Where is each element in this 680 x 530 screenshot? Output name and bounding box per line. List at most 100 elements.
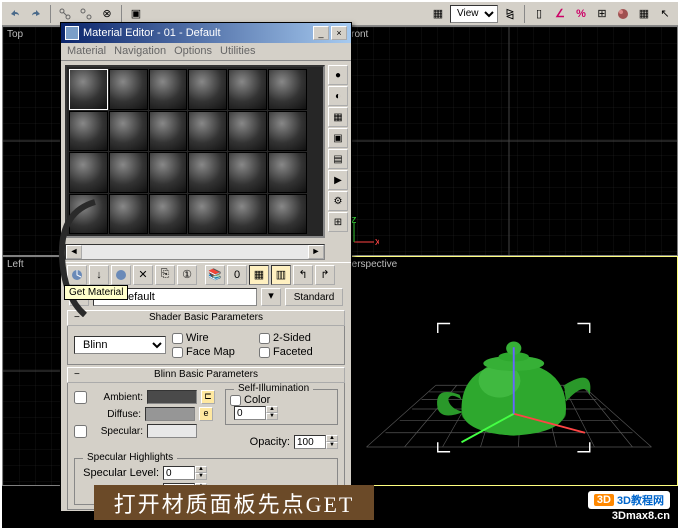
spec-level-spinner[interactable]: ▲▼ bbox=[163, 466, 207, 480]
close-button[interactable]: × bbox=[331, 26, 347, 40]
select-by-mat-icon[interactable]: ⊞ bbox=[328, 212, 348, 232]
sample-slot[interactable] bbox=[228, 152, 267, 193]
sample-slot[interactable] bbox=[268, 152, 307, 193]
view-dropdown[interactable]: View bbox=[450, 5, 498, 23]
rollout-header[interactable]: Blinn Basic Parameters bbox=[67, 367, 345, 383]
diffuse-map-icon[interactable]: e bbox=[199, 407, 213, 421]
reset-icon[interactable]: ✕ bbox=[133, 265, 153, 285]
menu-material[interactable]: Material bbox=[67, 45, 106, 58]
rollout-header[interactable]: Shader Basic Parameters bbox=[67, 310, 345, 326]
make-copy-icon[interactable]: ⎘ bbox=[155, 265, 175, 285]
sample-slot[interactable] bbox=[228, 69, 267, 110]
options-icon[interactable]: ⚙ bbox=[328, 191, 348, 211]
get-material-button[interactable] bbox=[67, 265, 87, 285]
sample-slot[interactable] bbox=[149, 194, 188, 235]
show-end-icon[interactable]: ▥ bbox=[271, 265, 291, 285]
annotation-caption: 打开材质面板先点GET bbox=[94, 485, 374, 520]
ambient-lock-checkbox[interactable] bbox=[74, 391, 87, 404]
sample-slot[interactable] bbox=[188, 111, 227, 152]
viewport-front[interactable]: Front xz bbox=[340, 26, 678, 256]
opacity-spinner[interactable]: ▲▼ bbox=[294, 435, 338, 449]
unlink-icon[interactable] bbox=[77, 5, 95, 23]
redo-icon[interactable] bbox=[27, 5, 45, 23]
link-icon[interactable] bbox=[56, 5, 74, 23]
specular-color-swatch[interactable] bbox=[147, 424, 197, 438]
sample-slot[interactable] bbox=[268, 69, 307, 110]
name-dropdown-icon[interactable]: ▾ bbox=[261, 288, 281, 306]
snap-toggle-icon[interactable]: ⊞ bbox=[593, 5, 611, 23]
self-illum-color-checkbox[interactable]: Color bbox=[230, 394, 333, 406]
sample-slot[interactable] bbox=[109, 111, 148, 152]
minimize-button[interactable]: _ bbox=[313, 26, 329, 40]
make-preview-icon[interactable]: ▶ bbox=[328, 170, 348, 190]
ambient-color-swatch[interactable] bbox=[147, 390, 197, 404]
make-unique-icon[interactable]: ① bbox=[177, 265, 197, 285]
sample-uv-icon[interactable]: ▣ bbox=[328, 128, 348, 148]
faceted-checkbox[interactable]: Faceted bbox=[259, 346, 338, 358]
mat-effects-icon[interactable]: 0 bbox=[227, 265, 247, 285]
svg-text:x: x bbox=[375, 236, 379, 247]
two-sided-checkbox[interactable]: 2-Sided bbox=[259, 332, 338, 344]
window-titlebar[interactable]: Material Editor - 01 - Default _ × bbox=[61, 23, 351, 43]
sample-slot[interactable] bbox=[149, 152, 188, 193]
sample-slot[interactable] bbox=[109, 69, 148, 110]
sample-slot[interactable] bbox=[149, 69, 188, 110]
material-editor-icon[interactable] bbox=[614, 5, 632, 23]
sample-slot[interactable] bbox=[69, 111, 108, 152]
put-to-lib-icon[interactable]: 📚 bbox=[205, 265, 225, 285]
backlight-icon[interactable]: ◐ bbox=[328, 86, 348, 106]
background-icon[interactable]: ▦ bbox=[328, 107, 348, 127]
diffuse-color-swatch[interactable] bbox=[145, 407, 195, 421]
face-map-checkbox[interactable]: Face Map bbox=[172, 346, 251, 358]
watermark: 3D3D教程网 3Dmax8.cn bbox=[588, 491, 670, 522]
put-to-scene-icon[interactable]: ↓ bbox=[89, 265, 109, 285]
sample-slot[interactable] bbox=[109, 152, 148, 193]
sample-scrollbar[interactable]: ◄► bbox=[65, 244, 325, 260]
window-title: Material Editor - 01 - Default bbox=[83, 27, 221, 39]
undo-icon[interactable] bbox=[6, 5, 24, 23]
select-icon[interactable]: ▣ bbox=[127, 5, 145, 23]
sample-slot[interactable] bbox=[69, 69, 108, 110]
sample-slot[interactable] bbox=[268, 194, 307, 235]
mirror-icon[interactable]: ⧎ bbox=[501, 5, 519, 23]
sample-slot[interactable] bbox=[109, 194, 148, 235]
sample-slot[interactable] bbox=[149, 111, 188, 152]
snap-percent-icon[interactable]: % bbox=[572, 5, 590, 23]
sample-slot[interactable] bbox=[188, 194, 227, 235]
sample-slot[interactable] bbox=[188, 69, 227, 110]
menu-utilities[interactable]: Utilities bbox=[220, 45, 255, 58]
sample-slots-area bbox=[65, 65, 325, 238]
opacity-label: Opacity: bbox=[250, 436, 290, 448]
wire-checkbox[interactable]: Wire bbox=[172, 332, 251, 344]
render-icon[interactable]: ▦ bbox=[635, 5, 653, 23]
named-sel-icon[interactable]: ▦ bbox=[429, 5, 447, 23]
material-type-button[interactable]: Standard bbox=[285, 288, 343, 306]
sample-type-icon[interactable]: ● bbox=[328, 65, 348, 85]
diffuse-label: Diffuse: bbox=[89, 409, 141, 420]
sample-slot[interactable] bbox=[228, 194, 267, 235]
viewport-perspective[interactable]: Perspective bbox=[340, 256, 678, 486]
show-map-icon[interactable]: ▦ bbox=[249, 265, 269, 285]
viewport-label: Left bbox=[7, 259, 24, 270]
go-sibling-icon[interactable]: ↱ bbox=[315, 265, 335, 285]
specular-lock-checkbox[interactable] bbox=[74, 425, 87, 438]
go-parent-icon[interactable]: ↰ bbox=[293, 265, 313, 285]
bind-icon[interactable]: ⊗ bbox=[98, 5, 116, 23]
snap-angle-icon[interactable]: ∠ bbox=[551, 5, 569, 23]
sample-slot[interactable] bbox=[69, 152, 108, 193]
sample-slot[interactable] bbox=[228, 111, 267, 152]
video-check-icon[interactable]: ▤ bbox=[328, 149, 348, 169]
shader-type-select[interactable]: Blinn bbox=[74, 336, 166, 354]
menu-navigation[interactable]: Navigation bbox=[114, 45, 166, 58]
ambient-diffuse-lock-icon[interactable]: ⊏ bbox=[201, 390, 215, 404]
self-illum-group: Self-Illumination Color ▲▼ bbox=[225, 389, 338, 425]
material-editor-window: Material Editor - 01 - Default _ × Mater… bbox=[60, 22, 352, 512]
sample-slot[interactable] bbox=[69, 194, 108, 235]
align-icon[interactable]: ▯ bbox=[530, 5, 548, 23]
assign-to-sel-icon[interactable] bbox=[111, 265, 131, 285]
arrow-icon[interactable]: ↖ bbox=[656, 5, 674, 23]
menu-options[interactable]: Options bbox=[174, 45, 212, 58]
sample-slot[interactable] bbox=[268, 111, 307, 152]
sample-slot[interactable] bbox=[188, 152, 227, 193]
self-illum-spinner[interactable]: ▲▼ bbox=[234, 406, 278, 420]
